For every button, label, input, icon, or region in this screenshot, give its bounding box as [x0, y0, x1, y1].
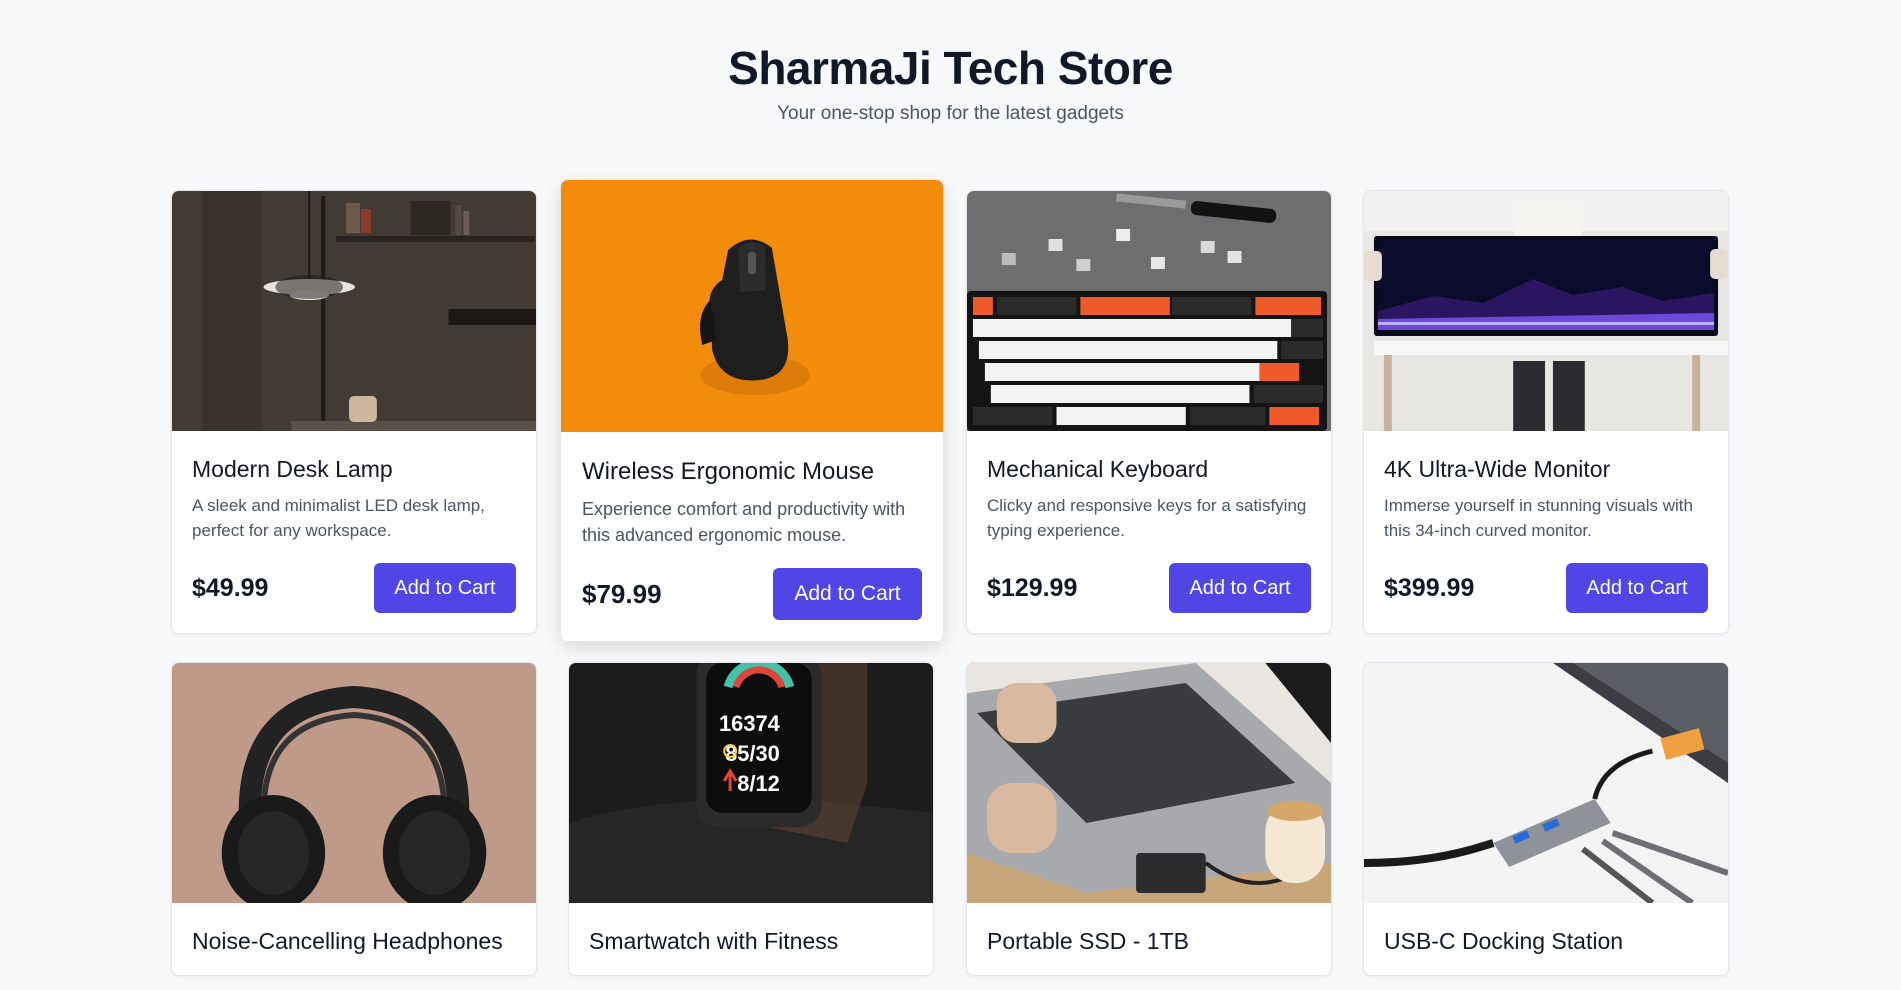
- product-footer: $79.99 Add to Cart: [582, 568, 922, 620]
- product-image-smartwatch: 16374 85/30 8/12: [569, 663, 933, 903]
- product-footer: $129.99 Add to Cart: [987, 563, 1311, 613]
- product-info: 4K Ultra-Wide Monitor Immerse yourself i…: [1364, 431, 1728, 633]
- product-info: Wireless Ergonomic Mouse Experience comf…: [561, 432, 943, 641]
- product-title: 4K Ultra-Wide Monitor: [1384, 456, 1611, 482]
- product-image-mouse: [561, 180, 943, 432]
- product-footer: $49.99 Add to Cart: [192, 563, 516, 613]
- product-card: Modern Desk Lamp A sleek and minimalist …: [171, 190, 537, 634]
- product-description: Immerse yourself in stunning visuals wit…: [1384, 496, 1693, 540]
- product-price: $129.99: [987, 573, 1078, 602]
- watch-hours: 8/12: [737, 771, 780, 796]
- product-title: Wireless Ergonomic Mouse: [582, 458, 875, 485]
- desk-lamp-photo: [172, 191, 536, 431]
- product-title: USB-C Docking Station: [1384, 928, 1624, 954]
- product-title: Smartwatch with Fitness: [589, 928, 839, 954]
- add-to-cart-button[interactable]: Add to Cart: [1566, 563, 1708, 613]
- product-price: $49.99: [192, 573, 269, 602]
- product-card: Mechanical Keyboard Clicky and responsiv…: [966, 190, 1332, 634]
- watch-minutes: 85/30: [725, 741, 780, 766]
- product-title: Portable SSD - 1TB: [987, 928, 1189, 954]
- product-image-monitor: [1364, 191, 1728, 431]
- store-header: SharmaJi Tech Store Your one-stop shop f…: [0, 0, 1901, 126]
- product-description: Clicky and responsive keys for a satisfy…: [987, 496, 1307, 540]
- mouse-photo: [561, 180, 943, 432]
- product-description: Experience comfort and productivity with…: [582, 499, 906, 545]
- add-to-cart-button[interactable]: Add to Cart: [773, 568, 922, 620]
- headphones-photo: [172, 663, 536, 903]
- product-card-featured: Wireless Ergonomic Mouse Experience comf…: [560, 179, 944, 642]
- product-title: Mechanical Keyboard: [987, 456, 1209, 482]
- product-grid: Modern Desk Lamp A sleek and minimalist …: [171, 179, 1729, 990]
- product-price: $399.99: [1384, 573, 1475, 602]
- add-to-cart-button[interactable]: Add to Cart: [374, 563, 516, 613]
- keyboard-photo: [967, 191, 1331, 431]
- product-info: USB-C Docking Station: [1364, 903, 1728, 975]
- product-card: USB-C Docking Station: [1363, 662, 1729, 976]
- page-title: SharmaJi Tech Store: [728, 42, 1173, 94]
- ssd-photo: [967, 663, 1331, 903]
- smartwatch-photo: 16374 85/30 8/12: [569, 663, 933, 903]
- product-image-desk-lamp: [172, 191, 536, 431]
- product-card: 4K Ultra-Wide Monitor Immerse yourself i…: [1363, 190, 1729, 634]
- product-image-keyboard: [967, 191, 1331, 431]
- product-info: Smartwatch with Fitness: [569, 903, 933, 975]
- product-price: $79.99: [582, 578, 662, 609]
- product-card: Portable SSD - 1TB: [966, 662, 1332, 976]
- monitor-photo: [1364, 191, 1728, 431]
- product-info: Noise-Cancelling Headphones: [172, 903, 536, 975]
- usb-hub-photo: [1364, 663, 1728, 903]
- watch-steps: 16374: [719, 711, 781, 736]
- product-info: Portable SSD - 1TB: [967, 903, 1331, 975]
- product-card: Noise-Cancelling Headphones: [171, 662, 537, 976]
- page-tagline: Your one-stop shop for the latest gadget…: [777, 103, 1124, 124]
- product-card: 16374 85/30 8/12 Smartwatch with Fitness: [568, 662, 934, 976]
- add-to-cart-button[interactable]: Add to Cart: [1169, 563, 1311, 613]
- product-image-ssd: [967, 663, 1331, 903]
- product-image-headphones: [172, 663, 536, 903]
- product-footer: $399.99 Add to Cart: [1384, 563, 1708, 613]
- product-info: Modern Desk Lamp A sleek and minimalist …: [172, 431, 536, 633]
- product-description: A sleek and minimalist LED desk lamp, pe…: [192, 496, 485, 540]
- product-info: Mechanical Keyboard Clicky and responsiv…: [967, 431, 1331, 633]
- product-image-usb-hub: [1364, 663, 1728, 903]
- product-title: Modern Desk Lamp: [192, 456, 393, 482]
- product-title: Noise-Cancelling Headphones: [192, 928, 503, 954]
